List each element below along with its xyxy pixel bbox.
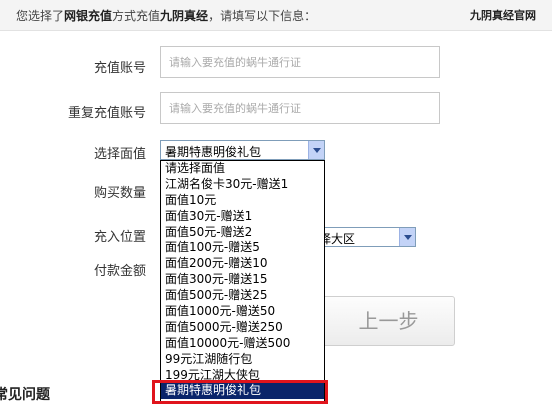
faq-heading: 常见问题 — [0, 387, 50, 403]
denomination-label: 选择面值 — [94, 147, 147, 162]
dropdown-option[interactable]: 请选择面值 — [161, 161, 324, 177]
region-select[interactable]: 择大区 — [316, 227, 416, 247]
location-label: 充入位置 — [94, 230, 147, 245]
chevron-down-icon[interactable] — [399, 228, 415, 246]
denomination-dropdown-list[interactable]: 请选择面值 江湖名俊卡30元-赠送1 面值10元 面值30元-赠送1 面值50元… — [160, 160, 325, 402]
confirm-account-label: 重复充值账号 — [68, 106, 147, 121]
selected-option-highlight-box — [152, 380, 328, 404]
dropdown-option[interactable]: 99元江湖随行包 — [161, 352, 324, 368]
chevron-down-icon[interactable] — [308, 141, 324, 159]
dropdown-option[interactable]: 面值100元-赠送5 — [161, 240, 324, 256]
dropdown-option[interactable]: 面值5000元-赠送250 — [161, 320, 324, 336]
denomination-selected-value: 暑期特惠明俊礼包 — [165, 145, 262, 159]
dropdown-option[interactable]: 面值1000元-赠送50 — [161, 304, 324, 320]
dropdown-option[interactable]: 面值10元 — [161, 193, 324, 209]
dropdown-option[interactable]: 江湖名俊卡30元-赠送1 — [161, 177, 324, 193]
intro-mid: 方式充值 — [112, 9, 161, 23]
amount-label: 付款金额 — [94, 264, 147, 279]
dropdown-option[interactable]: 面值200元-赠送10 — [161, 256, 324, 272]
quantity-label: 购买数量 — [94, 186, 147, 201]
intro-suffix: ，请填写以下信息： — [208, 9, 317, 23]
denomination-select[interactable]: 暑期特惠明俊礼包 — [160, 140, 325, 160]
official-site-link[interactable]: 九阴真经官网 — [470, 7, 536, 23]
dropdown-option[interactable]: 面值50元-赠送2 — [161, 225, 324, 241]
confirm-account-input[interactable] — [160, 92, 440, 124]
account-input[interactable] — [160, 46, 440, 78]
dropdown-option[interactable]: 面值30元-赠送1 — [161, 209, 324, 225]
dropdown-option[interactable]: 面值500元-赠送25 — [161, 288, 324, 304]
intro-prefix: 您选择了 — [16, 9, 65, 23]
top-info-bar: 您选择了网银充值方式充值九阴真经，请填写以下信息： 九阴真经官网 — [0, 0, 552, 31]
previous-step-button[interactable]: 上一步 — [322, 296, 455, 346]
recharge-intro: 您选择了网银充值方式充值九阴真经，请填写以下信息： — [16, 7, 316, 24]
payment-method: 网银充值 — [64, 9, 113, 23]
account-label: 充值账号 — [94, 61, 147, 76]
game-name: 九阴真经 — [160, 9, 209, 23]
dropdown-option[interactable]: 面值300元-赠送15 — [161, 272, 324, 288]
dropdown-option[interactable]: 面值10000元-赠送500 — [161, 336, 324, 352]
